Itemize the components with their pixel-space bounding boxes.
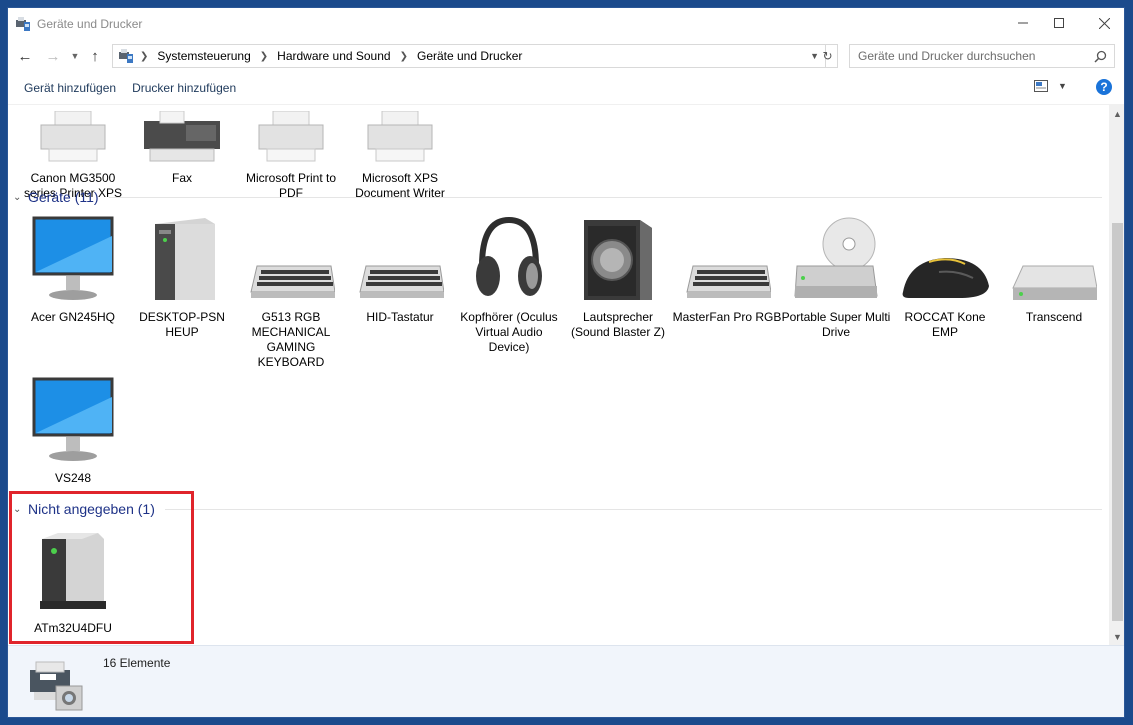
refresh-button[interactable]: ↻	[818, 44, 838, 68]
chevron-right-icon[interactable]: ❯	[260, 51, 268, 62]
device-item-desktop-psnheup[interactable]: DESKTOP-PSNHEUP	[127, 216, 237, 340]
device-label: Acer GN245HQ	[30, 310, 116, 324]
chevron-right-icon[interactable]: ❯	[400, 51, 408, 62]
device-label: Kopfhörer (Oculus Virtual Audio Device)	[460, 310, 558, 354]
search-box[interactable]	[849, 44, 1115, 68]
devices-printers-location-icon	[119, 49, 133, 63]
maximize-icon	[1054, 18, 1064, 28]
device-item-fax[interactable]: Fax	[127, 105, 237, 186]
device-item-kopfhoerer[interactable]: Kopfhörer (Oculus Virtual Audio Device)	[454, 216, 564, 355]
device-label: VS248	[54, 471, 92, 485]
command-bar: Gerät hinzufügen Drucker hinzufügen ▼ ?	[8, 72, 1124, 105]
printer-icon	[345, 105, 455, 163]
arrow-right-icon: →	[45, 47, 61, 65]
device-item-xps-writer[interactable]: Microsoft XPS Document Writer	[345, 105, 455, 201]
recent-locations-button[interactable]: ▼	[64, 45, 86, 67]
devices-printers-icon	[30, 661, 83, 711]
devices-printers-app-icon	[16, 17, 30, 31]
item-count: 16 Elemente	[103, 656, 171, 670]
add-device-button[interactable]: Gerät hinzufügen	[24, 81, 116, 95]
device-label: ROCCAT Kone EMP	[904, 310, 986, 339]
device-item-lautsprecher[interactable]: Lautsprecher (Sound Blaster Z)	[563, 216, 673, 340]
arrow-up-icon: ↑	[91, 47, 99, 65]
back-button[interactable]: ←	[14, 45, 36, 67]
view-dropdown-icon[interactable]: ▼	[1058, 81, 1067, 91]
breadcrumb-systemsteuerung[interactable]: Systemsteuerung	[157, 49, 250, 63]
device-label: Portable Super Multi Drive	[781, 310, 891, 339]
breadcrumb-geraete-und-drucker[interactable]: Geräte und Drucker	[417, 49, 522, 63]
window: Geräte und Drucker ← → ▼ ↑ ❯ Systemsteue…	[7, 7, 1125, 718]
breadcrumb-hardware-und-sound[interactable]: Hardware und Sound	[277, 49, 390, 63]
scrollbar-thumb[interactable]	[1112, 223, 1123, 621]
speaker-icon	[563, 216, 673, 302]
help-icon: ?	[1100, 80, 1108, 94]
close-icon	[1098, 17, 1110, 29]
device-item-roccat-kone-emp[interactable]: ROCCAT Kone EMP	[890, 216, 1000, 340]
change-view-button[interactable]: ▼	[1034, 80, 1067, 92]
divider	[164, 508, 1102, 510]
group-title: Geräte (11)	[28, 189, 99, 205]
device-label: Lautsprecher (Sound Blaster Z)	[570, 310, 666, 339]
optical-drive-icon	[781, 216, 891, 302]
close-button[interactable]	[1084, 8, 1124, 38]
details-pane: 16 Elemente	[8, 645, 1124, 717]
help-button[interactable]: ?	[1096, 79, 1112, 95]
external-drive-icon	[999, 216, 1109, 302]
device-item-hid-tastatur[interactable]: HID-Tastatur	[345, 216, 455, 325]
keyboard-icon	[345, 216, 455, 302]
device-label: G513 RGB MECHANICAL GAMING KEYBOARD	[251, 310, 331, 369]
keyboard-icon	[236, 216, 346, 302]
arrow-left-icon: ←	[17, 47, 33, 65]
device-label: HID-Tastatur	[366, 310, 434, 324]
device-label: Transcend	[1025, 310, 1083, 324]
view-options-icon	[1034, 80, 1048, 92]
chevron-down-icon: ▼	[70, 51, 80, 61]
device-item-g513-keyboard[interactable]: G513 RGB MECHANICAL GAMING KEYBOARD	[236, 216, 346, 370]
device-item-portable-super-multi-drive[interactable]: Portable Super Multi Drive	[781, 216, 891, 340]
device-item-print-to-pdf[interactable]: Microsoft Print to PDF	[236, 105, 346, 201]
refresh-icon: ↻	[822, 49, 833, 63]
forward-button[interactable]: →	[42, 45, 64, 67]
device-item-transcend[interactable]: Transcend	[999, 216, 1109, 325]
group-header-devices[interactable]: ⌄ Geräte (11)	[8, 189, 1102, 205]
chevron-down-icon[interactable]: ⌄	[13, 192, 27, 203]
fax-icon	[127, 105, 237, 163]
divider	[108, 196, 1102, 198]
headphones-icon	[454, 216, 564, 302]
device-label: MasterFan Pro RGB	[672, 310, 782, 324]
device-label: DESKTOP-PSNHEUP	[139, 310, 225, 339]
printer-icon	[236, 105, 346, 163]
device-item-acer-gn245hq[interactable]: Acer GN245HQ	[18, 216, 128, 325]
device-list-view[interactable]: Canon MG3500 series Printer XPS Fax Micr…	[8, 105, 1109, 645]
chevron-right-icon[interactable]: ❯	[140, 51, 148, 62]
monitor-icon	[18, 377, 128, 463]
device-item-canon-printer[interactable]: Canon MG3500 series Printer XPS	[18, 105, 128, 201]
device-label: Fax	[171, 171, 192, 185]
printer-icon	[18, 105, 128, 163]
window-title: Geräte und Drucker	[37, 17, 143, 31]
scroll-down-arrow-icon[interactable]: ▼	[1109, 628, 1124, 645]
search-input[interactable]	[856, 48, 1090, 64]
vertical-scrollbar[interactable]: ▲ ▼	[1109, 105, 1124, 645]
minimize-icon	[1018, 22, 1028, 24]
navigation-row: ← → ▼ ↑ ❯ Systemsteuerung ❯ Hardware und…	[8, 40, 1124, 72]
monitor-icon	[18, 216, 128, 302]
search-icon[interactable]	[1094, 50, 1107, 63]
maximize-button[interactable]	[1039, 8, 1079, 38]
mouse-icon	[890, 216, 1000, 302]
minimize-button[interactable]	[1003, 8, 1043, 38]
up-button[interactable]: ↑	[84, 45, 106, 67]
add-printer-button[interactable]: Drucker hinzufügen	[132, 81, 236, 95]
tower-pc-icon	[127, 216, 237, 302]
highlight-box	[9, 491, 194, 644]
title-bar[interactable]: Geräte und Drucker	[8, 8, 1124, 40]
keyboard-icon	[672, 216, 782, 302]
device-item-vs248[interactable]: VS248	[18, 377, 128, 486]
device-item-masterfan-pro[interactable]: MasterFan Pro RGB	[672, 216, 782, 325]
scroll-up-arrow-icon[interactable]: ▲	[1109, 105, 1124, 122]
address-bar[interactable]: ❯ Systemsteuerung ❯ Hardware und Sound ❯…	[112, 44, 826, 68]
